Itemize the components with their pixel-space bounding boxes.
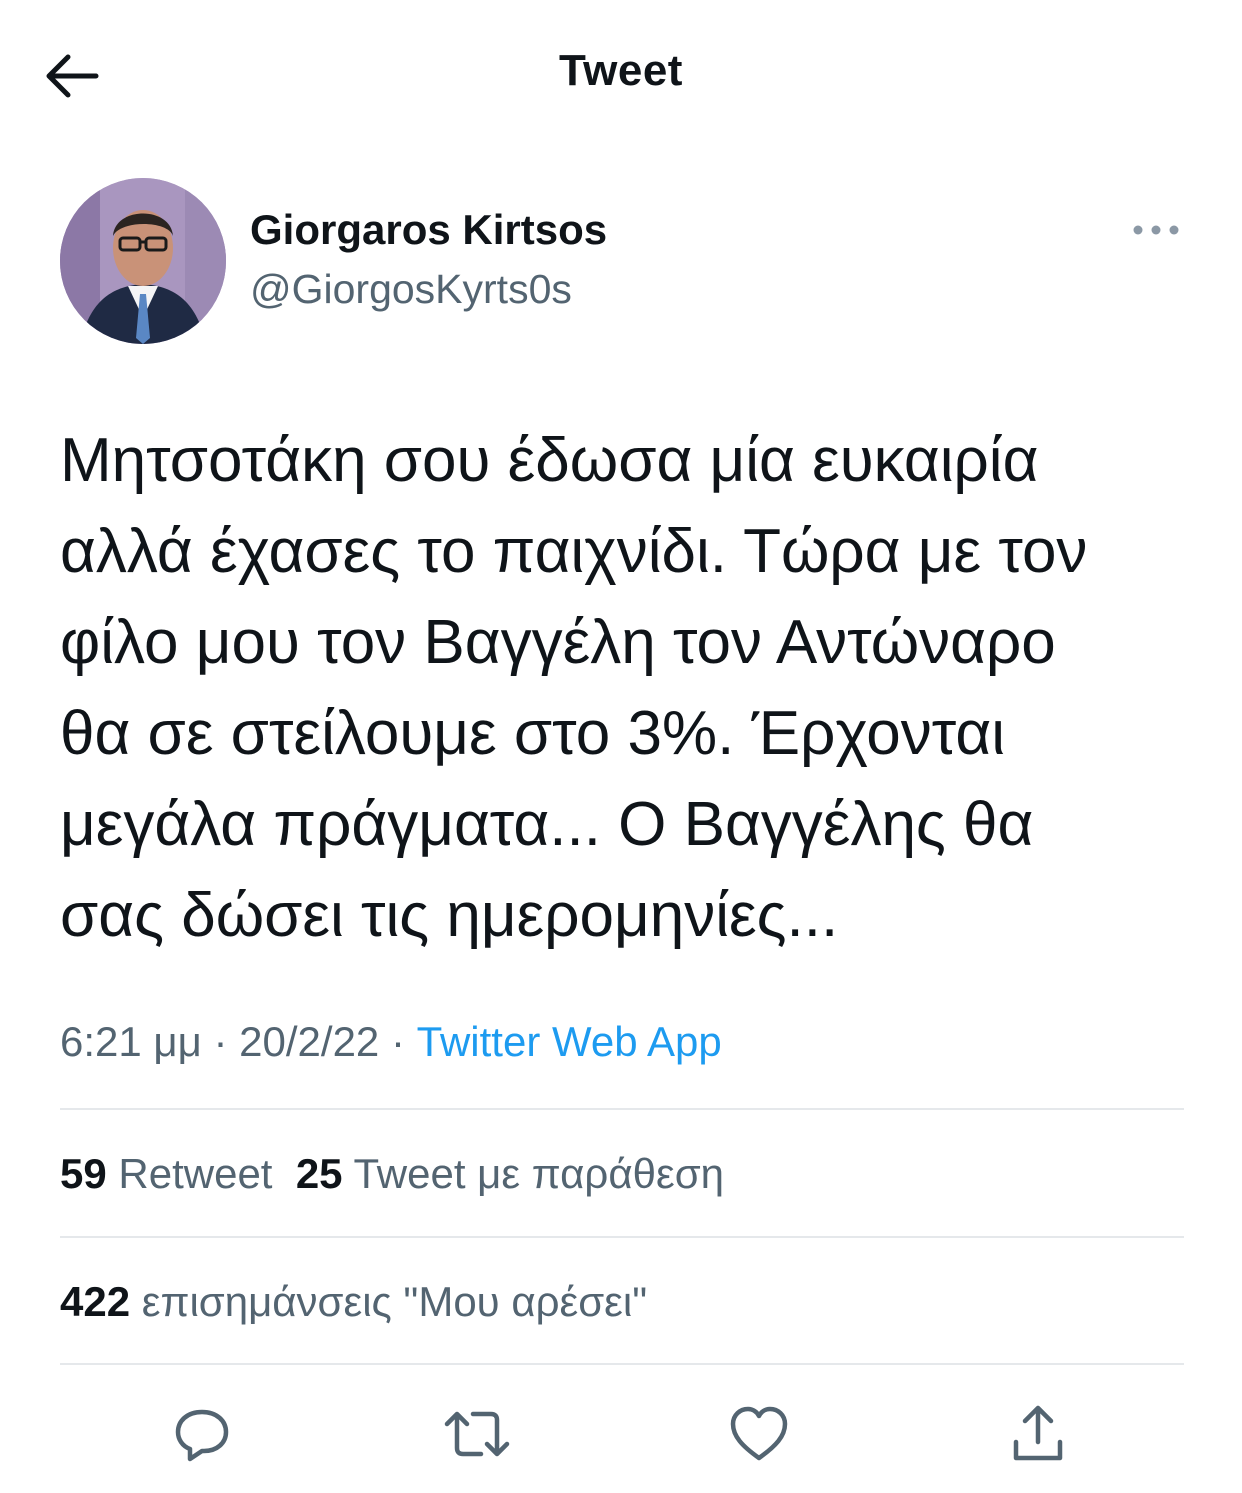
profile-photo — [60, 178, 226, 344]
more-options-button[interactable] — [1128, 214, 1184, 246]
divider — [60, 1363, 1184, 1365]
likes-link[interactable]: 422 επισημάνσεις "Μου αρέσει" — [60, 1278, 647, 1325]
meta-separator: · — [213, 1018, 228, 1065]
divider — [60, 1236, 1184, 1238]
like-count: 422 — [60, 1278, 131, 1325]
page-title: Tweet — [559, 46, 683, 95]
retweet-button[interactable] — [441, 1398, 513, 1470]
like-stats: 422 επισημάνσεις "Μου αρέσει" — [60, 1278, 647, 1326]
divider — [60, 1108, 1184, 1110]
tweet-meta: 6:21 μμ · 20/2/22 · Twitter Web App — [60, 1018, 722, 1066]
retweets-link[interactable]: 59 Retweet — [60, 1150, 272, 1197]
tweet-date[interactable]: 20/2/22 — [239, 1018, 379, 1065]
reply-icon — [175, 1409, 229, 1462]
share-icon — [1013, 1405, 1063, 1461]
quote-label: Tweet με παράθεση — [353, 1150, 724, 1197]
retweet-count: 59 — [60, 1150, 107, 1197]
quote-count: 25 — [295, 1150, 343, 1197]
avatar[interactable] — [60, 178, 226, 344]
tweet-source-link[interactable]: Twitter Web App — [417, 1018, 722, 1065]
action-bar — [0, 1398, 1242, 1470]
reply-button[interactable] — [166, 1398, 238, 1470]
tweet-time[interactable]: 6:21 μμ — [60, 1018, 202, 1065]
like-button[interactable] — [723, 1398, 795, 1470]
tweet-text: Μητσοτάκη σου έδωσα μία ευκαιρία αλλά έχ… — [60, 426, 1088, 950]
author-handle[interactable]: @GiorgosKyrts0s — [250, 266, 572, 313]
author-name[interactable]: Giorgaros Kirtsos — [250, 206, 607, 254]
share-button[interactable] — [1002, 1398, 1074, 1470]
retweet-stats: 59 Retweet 25 Tweet με παράθεση — [60, 1150, 724, 1198]
top-bar: Tweet — [0, 0, 1242, 150]
quotes-link[interactable]: 25 Tweet με παράθεση — [296, 1150, 724, 1197]
like-label: επισημάνσεις "Μου αρέσει" — [141, 1278, 648, 1325]
retweet-icon — [444, 1411, 510, 1457]
more-dots-icon — [1133, 225, 1179, 235]
meta-separator: · — [390, 1018, 405, 1065]
retweet-label: Retweet — [118, 1150, 273, 1197]
like-icon — [730, 1406, 788, 1461]
